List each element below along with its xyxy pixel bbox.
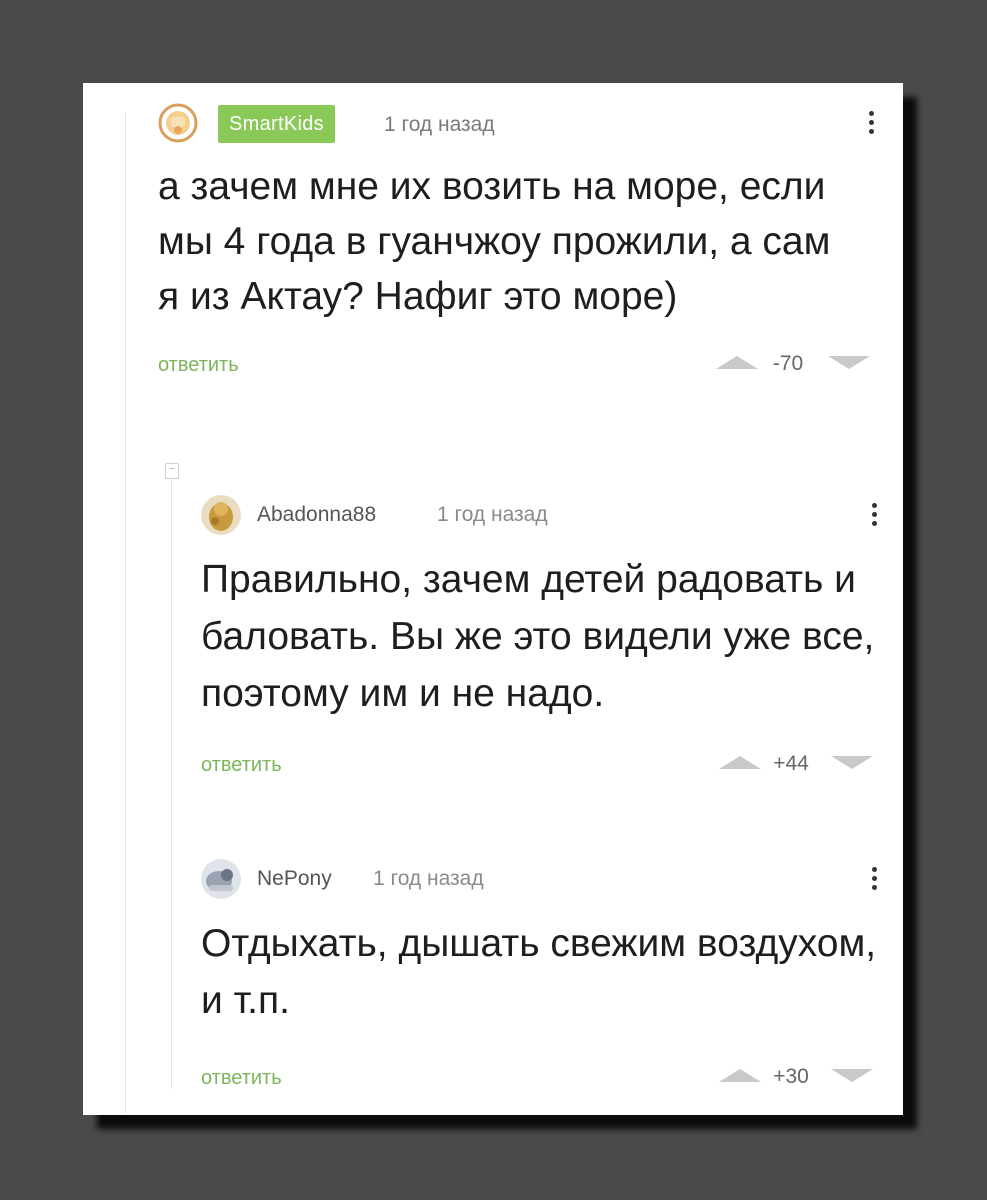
downvote-arrow-icon[interactable] xyxy=(831,1069,873,1082)
vote-controls: +30 xyxy=(719,1063,879,1093)
comment-reply: Abadonna88 1 год назад Правильно, зачем … xyxy=(201,493,881,786)
author-name[interactable]: SmartKids xyxy=(218,105,335,143)
avatar[interactable] xyxy=(158,103,198,143)
timestamp: 1 год назад xyxy=(437,503,548,526)
downvote-arrow-icon[interactable] xyxy=(828,356,870,369)
reply-thread-line xyxy=(171,479,172,1089)
upvote-arrow-icon[interactable] xyxy=(719,756,761,769)
reply-button[interactable]: ответить xyxy=(201,1067,282,1090)
comment-header: NePony 1 год назад xyxy=(201,857,881,901)
comment: SmartKids 1 год назад а зачем мне их воз… xyxy=(158,101,878,386)
reply-button[interactable]: ответить xyxy=(158,354,239,377)
timestamp: 1 год назад xyxy=(384,113,495,136)
collapse-thread-icon[interactable]: − xyxy=(165,463,179,479)
vote-controls: -70 xyxy=(716,350,876,380)
comment-header: SmartKids 1 год назад xyxy=(158,101,878,145)
kebab-menu-icon[interactable] xyxy=(864,107,878,139)
upvote-arrow-icon[interactable] xyxy=(719,1069,761,1082)
comment-footer: ответить +30 xyxy=(201,1063,881,1099)
avatar-icon xyxy=(201,859,241,899)
author-name[interactable]: NePony xyxy=(257,867,332,891)
downvote-arrow-icon[interactable] xyxy=(831,756,873,769)
vote-controls: +44 xyxy=(719,750,879,780)
avatar[interactable] xyxy=(201,495,241,535)
author-name[interactable]: Abadonna88 xyxy=(257,503,376,527)
avatar[interactable] xyxy=(201,859,241,899)
timestamp: 1 год назад xyxy=(373,867,484,890)
avatar-icon xyxy=(201,495,241,535)
kebab-menu-icon[interactable] xyxy=(867,863,881,895)
comment-header: Abadonna88 1 год назад xyxy=(201,493,881,537)
comment-footer: ответить +44 xyxy=(201,750,881,786)
comment-text: а зачем мне их возить на море, если мы 4… xyxy=(158,165,831,318)
comment-text: Правильно, зачем детей радовать и балова… xyxy=(201,558,875,715)
comment-text: Отдыхать, дышать свежим воздухом, и т.п. xyxy=(201,922,877,1022)
reply-button[interactable]: ответить xyxy=(201,754,282,777)
thread-line xyxy=(125,113,126,1113)
avatar-icon xyxy=(158,103,198,143)
comment-reply: NePony 1 год назад Отдыхать, дышать свеж… xyxy=(201,857,881,1099)
upvote-arrow-icon[interactable] xyxy=(716,356,758,369)
comments-panel: − SmartKids 1 год назад а зачем мне их в… xyxy=(83,83,903,1115)
kebab-menu-icon[interactable] xyxy=(867,499,881,531)
rating: +30 xyxy=(773,1065,809,1088)
rating: +44 xyxy=(773,752,809,775)
comment-footer: ответить -70 xyxy=(158,350,878,386)
rating: -70 xyxy=(772,352,804,375)
